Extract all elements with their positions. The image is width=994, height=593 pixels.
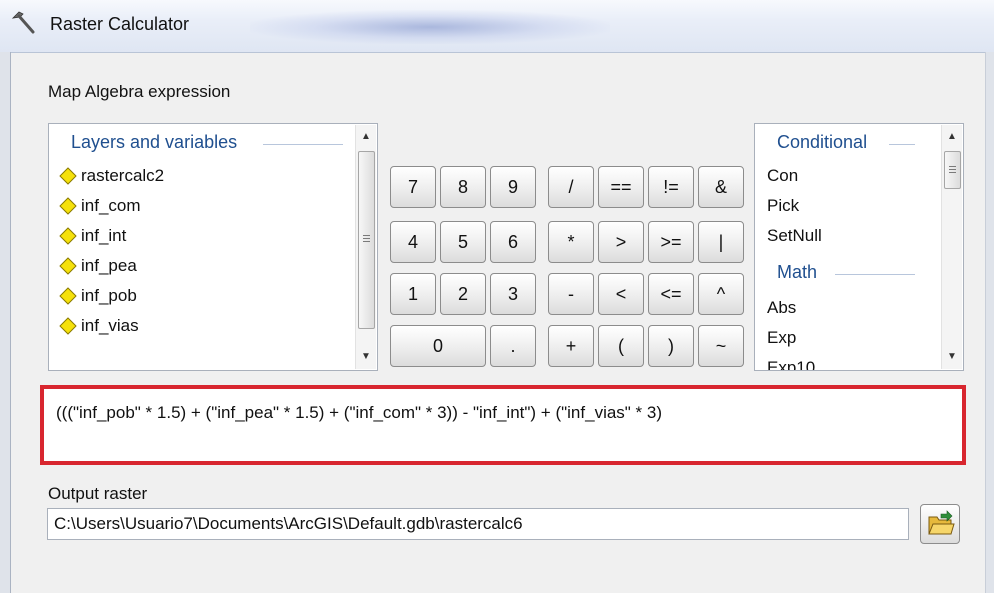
scroll-up-arrow-icon[interactable]: ▲	[356, 127, 376, 147]
conditional-header: Conditional	[777, 132, 868, 152]
key-less-equal[interactable]: <=	[648, 273, 694, 315]
layers-scrollbar[interactable]: ▲ ▼	[355, 125, 376, 369]
raster-layer-diamond-icon	[59, 257, 77, 275]
raster-layer-diamond-icon	[59, 287, 77, 305]
layer-item-inf-vias[interactable]: inf_vias	[59, 312, 139, 340]
key-0[interactable]: 0	[390, 325, 486, 367]
key-multiply[interactable]: *	[548, 221, 594, 263]
key-7[interactable]: 7	[390, 166, 436, 208]
expression-text: ((("inf_pob" * 1.5) + ("inf_pea" * 1.5) …	[56, 403, 663, 422]
layer-item-label: inf_vias	[81, 316, 139, 335]
key-not[interactable]: ~	[698, 325, 744, 367]
raster-layer-diamond-icon	[59, 317, 77, 335]
key-greater-than[interactable]: >	[598, 221, 644, 263]
layer-item-label: inf_pea	[81, 256, 137, 275]
key-8[interactable]: 8	[440, 166, 486, 208]
layer-item-label: rastercalc2	[81, 166, 165, 185]
group-divider	[889, 144, 915, 145]
layer-item-label: inf_int	[81, 226, 127, 245]
layer-item-inf-com[interactable]: inf_com	[59, 192, 141, 220]
open-folder-icon	[928, 510, 955, 535]
key-equal[interactable]: ==	[598, 166, 644, 208]
function-item-pick[interactable]: Pick	[767, 196, 799, 216]
grip-line	[363, 241, 370, 242]
grip-line	[949, 166, 956, 167]
group-divider	[835, 274, 915, 275]
key-divide[interactable]: /	[548, 166, 594, 208]
functions-scrollbar[interactable]: ▲ ▼	[941, 125, 962, 369]
key-3[interactable]: 3	[490, 273, 536, 315]
map-algebra-label: Map Algebra expression	[48, 82, 231, 101]
browse-button[interactable]	[920, 504, 960, 544]
layer-item-inf-pea[interactable]: inf_pea	[59, 252, 137, 280]
grip-line	[949, 172, 956, 173]
scrollbar-thumb[interactable]	[944, 151, 961, 189]
layer-item-inf-int[interactable]: inf_int	[59, 222, 126, 250]
raster-layer-diamond-icon	[59, 227, 77, 245]
hammer-icon	[11, 11, 35, 34]
key-6[interactable]: 6	[490, 221, 536, 263]
functions-list[interactable]: Conditional Con Pick SetNull Math Abs Ex…	[754, 123, 964, 371]
layers-variables-list[interactable]: Layers and variables rastercalc2 inf_com…	[48, 123, 378, 371]
window-title: Raster Calculator	[50, 14, 190, 34]
layer-item-inf-pob[interactable]: inf_pob	[59, 282, 137, 310]
key-2[interactable]: 2	[440, 273, 486, 315]
scroll-down-arrow-icon[interactable]: ▼	[356, 347, 376, 367]
output-raster-field[interactable]: C:\Users\Usuario7\Documents\ArcGIS\Defau…	[47, 508, 909, 540]
key-xor[interactable]: ^	[698, 273, 744, 315]
key-1[interactable]: 1	[390, 273, 436, 315]
math-header: Math	[777, 262, 818, 282]
key-9[interactable]: 9	[490, 166, 536, 208]
function-item-exp[interactable]: Exp	[767, 328, 796, 348]
key-plus[interactable]: +	[548, 325, 594, 367]
key-decimal[interactable]: .	[490, 325, 536, 367]
window-frame-left	[0, 52, 11, 593]
key-open-paren[interactable]: (	[598, 325, 644, 367]
scroll-up-arrow-icon[interactable]: ▲	[942, 127, 962, 147]
key-and[interactable]: &	[698, 166, 744, 208]
layers-variables-header: Layers and variables	[71, 132, 238, 152]
grip-line	[363, 238, 370, 239]
key-5[interactable]: 5	[440, 221, 486, 263]
expression-textbox[interactable]: ((("inf_pob" * 1.5) + ("inf_pea" * 1.5) …	[40, 385, 966, 465]
key-minus[interactable]: -	[548, 273, 594, 315]
key-4[interactable]: 4	[390, 221, 436, 263]
aero-glass-blur	[250, 10, 610, 44]
key-close-paren[interactable]: )	[648, 325, 694, 367]
layer-item-label: inf_com	[81, 196, 141, 215]
window-frame-right	[985, 52, 994, 593]
raster-layer-diamond-icon	[59, 197, 77, 215]
scrollbar-thumb[interactable]	[358, 151, 375, 329]
title-bar[interactable]: Raster Calculator	[0, 0, 994, 53]
function-item-setnull[interactable]: SetNull	[767, 226, 822, 246]
function-item-con[interactable]: Con	[767, 166, 798, 186]
layer-item-rastercalc2[interactable]: rastercalc2	[59, 162, 164, 190]
layer-item-label: inf_pob	[81, 286, 137, 305]
grip-line	[363, 235, 370, 236]
function-item-exp10[interactable]: Exp10	[767, 358, 815, 370]
output-raster-label: Output raster	[48, 484, 148, 503]
raster-layer-diamond-icon	[59, 167, 77, 185]
key-less-than[interactable]: <	[598, 273, 644, 315]
key-greater-equal[interactable]: >=	[648, 221, 694, 263]
group-divider	[263, 144, 343, 145]
key-not-equal[interactable]: !=	[648, 166, 694, 208]
grip-line	[949, 169, 956, 170]
function-item-abs[interactable]: Abs	[767, 298, 796, 318]
key-or[interactable]: |	[698, 221, 744, 263]
scroll-down-arrow-icon[interactable]: ▼	[942, 347, 962, 367]
